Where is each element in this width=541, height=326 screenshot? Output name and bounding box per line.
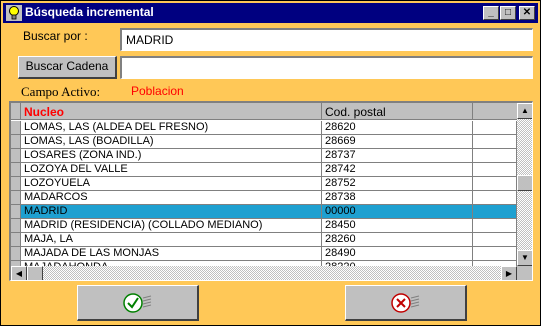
cell-nucleo[interactable]: MAJA, LA	[21, 233, 322, 247]
scroll-thumb-horizontal[interactable]	[27, 266, 43, 280]
ok-button[interactable]	[77, 285, 199, 321]
scroll-thumb[interactable]	[517, 175, 532, 191]
cell-cod-postal[interactable]: 00000	[322, 205, 473, 219]
search-chain-input[interactable]	[120, 56, 533, 79]
horizontal-scrollbar[interactable]: ◀ ▶	[11, 266, 517, 280]
table-row[interactable]: MAJA, LA 28260	[11, 233, 517, 247]
cell-cod-postal[interactable]: 28742	[322, 163, 473, 177]
column-header-cod-postal[interactable]: Cod. postal	[322, 103, 473, 120]
active-field-value: Poblacion	[131, 84, 184, 98]
search-chain-button[interactable]: Buscar Cadena	[18, 56, 117, 79]
minimize-button[interactable]: _	[483, 6, 499, 20]
minimize-icon: _	[488, 7, 494, 18]
cell-cod-postal[interactable]: 28260	[322, 233, 473, 247]
row-indicator[interactable]	[11, 219, 21, 233]
search-by-label: Buscar por :	[23, 29, 88, 43]
row-indicator[interactable]	[11, 121, 21, 135]
table-row[interactable]: MADARCOS 28738	[11, 191, 517, 205]
cell-nucleo[interactable]: MADRID (RESIDENCIA) (COLLADO MEDIANO)	[21, 219, 322, 233]
cell-empty[interactable]	[473, 149, 517, 163]
cell-empty[interactable]	[473, 233, 517, 247]
scroll-right-button[interactable]: ▶	[501, 266, 517, 280]
close-button[interactable]: ✕	[519, 6, 535, 20]
row-indicator[interactable]	[11, 247, 21, 261]
cell-empty[interactable]	[473, 121, 517, 135]
cell-cod-postal[interactable]: 28669	[322, 135, 473, 149]
table-row[interactable]: LOZOYA DEL VALLE 28742	[11, 163, 517, 177]
cell-nucleo[interactable]: LOSARES (ZONA IND.)	[21, 149, 322, 163]
window-title: Búsqueda incremental	[25, 5, 154, 19]
vertical-scrollbar[interactable]: ▲ ▼	[517, 103, 532, 266]
row-indicator[interactable]	[11, 191, 21, 205]
table-row[interactable]: LOMAS, LAS (BOADILLA) 28669	[11, 135, 517, 149]
cell-empty[interactable]	[473, 163, 517, 177]
cell-nucleo[interactable]: LOMAS, LAS (ALDEA DEL FRESNO)	[21, 121, 322, 135]
lightbulb-icon	[6, 5, 22, 21]
search-input[interactable]: MADRID	[120, 28, 533, 51]
results-grid[interactable]: Nucleo Cod. postal LOMAS, LAS (ALDEA DEL…	[9, 101, 533, 281]
column-header-nucleo[interactable]: Nucleo	[21, 103, 322, 120]
cell-empty[interactable]	[473, 247, 517, 261]
cell-nucleo[interactable]: MADRID	[21, 205, 322, 219]
close-icon: ✕	[522, 7, 532, 18]
cell-cod-postal[interactable]: 28450	[322, 219, 473, 233]
check-icon	[122, 293, 151, 313]
cell-cod-postal[interactable]: 28752	[322, 177, 473, 191]
scroll-left-button[interactable]: ◀	[11, 266, 27, 280]
cell-empty[interactable]	[473, 205, 517, 219]
cancel-icon	[390, 293, 419, 313]
cell-empty[interactable]	[473, 191, 517, 205]
row-indicator[interactable]	[11, 149, 21, 163]
cell-cod-postal[interactable]: 28737	[322, 149, 473, 163]
title-bar[interactable]: Búsqueda incremental _ □ ✕	[3, 3, 538, 23]
cell-nucleo[interactable]: LOZOYA DEL VALLE	[21, 163, 322, 177]
maximize-icon: □	[504, 7, 512, 18]
cell-empty[interactable]	[473, 177, 517, 191]
maximize-button[interactable]: □	[500, 6, 516, 20]
cell-cod-postal[interactable]: 28738	[322, 191, 473, 205]
cell-empty[interactable]	[473, 135, 517, 149]
table-row[interactable]: LOZOYUELA 28752	[11, 177, 517, 191]
cell-nucleo[interactable]: LOZOYUELA	[21, 177, 322, 191]
grid-header: Nucleo Cod. postal	[11, 103, 517, 120]
cell-nucleo[interactable]: LOMAS, LAS (BOADILLA)	[21, 135, 322, 149]
cell-cod-postal[interactable]: 28490	[322, 247, 473, 261]
table-row[interactable]: MADRID (RESIDENCIA) (COLLADO MEDIANO) 284…	[11, 219, 517, 233]
table-row[interactable]: MAJADA DE LAS MONJAS 28490	[11, 247, 517, 261]
row-indicator[interactable]	[11, 135, 21, 149]
incremental-search-window: Búsqueda incremental _ □ ✕ Buscar por : …	[0, 0, 541, 326]
table-row[interactable]: LOMAS, LAS (ALDEA DEL FRESNO) 28620	[11, 121, 517, 135]
scroll-down-button[interactable]: ▼	[517, 250, 532, 266]
scrollbar-corner	[517, 266, 532, 280]
row-indicator[interactable]	[11, 233, 21, 247]
cancel-button[interactable]	[345, 285, 467, 321]
cell-nucleo[interactable]: MADARCOS	[21, 191, 322, 205]
row-indicator[interactable]	[11, 177, 21, 191]
cell-cod-postal[interactable]: 28620	[322, 121, 473, 135]
scroll-up-button[interactable]: ▲	[517, 103, 532, 119]
cell-nucleo[interactable]: MAJADA DE LAS MONJAS	[21, 247, 322, 261]
row-indicator[interactable]	[11, 163, 21, 177]
table-row[interactable]: LOSARES (ZONA IND.) 28737	[11, 149, 517, 163]
cell-empty[interactable]	[473, 219, 517, 233]
header-indicator	[11, 103, 21, 120]
row-indicator[interactable]	[11, 205, 21, 219]
table-row[interactable]: MADRID 00000	[11, 205, 517, 219]
active-field-label: Campo Activo:	[21, 84, 101, 99]
